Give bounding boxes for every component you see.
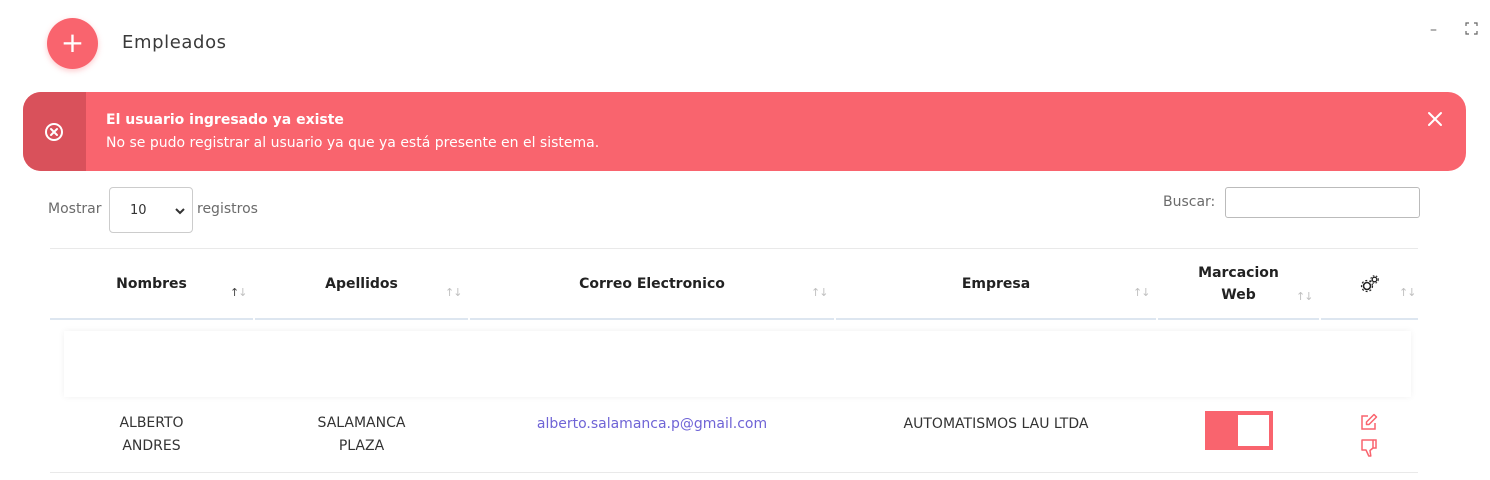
add-employee-button[interactable]: + <box>47 18 98 69</box>
sort-icon: ↑↓ <box>1296 290 1313 303</box>
x-circle-icon <box>45 123 63 141</box>
column-label: Empresa <box>961 276 1031 292</box>
maximize-button[interactable] <box>1465 22 1478 39</box>
page-length-label: Mostrar <box>48 201 102 217</box>
column-header-empresa[interactable]: Empresa ↑↓ <box>836 250 1156 320</box>
page-length-select[interactable]: 10 <box>109 187 193 233</box>
column-header-actions[interactable]: ↑↓ <box>1321 250 1418 320</box>
table-top-border <box>50 248 1418 249</box>
close-icon <box>1428 112 1442 126</box>
column-header-nombres[interactable]: Nombres ↑↓ <box>50 250 253 320</box>
cell-text: ALBERTO ANDRES <box>119 415 184 454</box>
toggle-knob <box>1238 415 1269 446</box>
column-header-correo[interactable]: Correo Electronico ↑↓ <box>470 250 834 320</box>
minimize-button[interactable]: – <box>1430 22 1437 38</box>
cell-text: AUTOMATISMOS LAU LTDA <box>903 416 1089 432</box>
column-label: Marcacion Web <box>1198 265 1279 303</box>
sort-icon: ↑↓ <box>1399 286 1416 299</box>
fullscreen-icon <box>1465 22 1478 35</box>
table-spacer-row <box>64 331 1411 397</box>
column-header-apellidos[interactable]: Apellidos ↑↓ <box>255 250 468 320</box>
thumbs-down-button[interactable] <box>1360 438 1378 461</box>
alert-icon-area <box>23 92 86 171</box>
marcacion-web-toggle[interactable] <box>1205 411 1273 450</box>
table-row-border <box>50 472 1418 473</box>
alert-message: No se pudo registrar al usuario ya que y… <box>106 135 600 151</box>
alert-title: El usuario ingresado ya existe <box>106 112 344 128</box>
edit-icon <box>1361 413 1378 430</box>
search-label: Buscar: <box>1163 194 1216 210</box>
cell-text: SALAMANCA PLAZA <box>317 415 406 454</box>
column-label: Nombres <box>116 276 187 292</box>
page-length-suffix: registros <box>197 201 258 217</box>
cell-empresa: AUTOMATISMOS LAU LTDA <box>836 398 1156 472</box>
error-alert: El usuario ingresado ya existe No se pud… <box>23 92 1466 171</box>
cell-correo[interactable]: alberto.salamanca.p@gmail.com <box>470 398 834 472</box>
sort-icon: ↑↓ <box>230 286 247 299</box>
search-input[interactable] <box>1225 187 1420 218</box>
email-link[interactable]: alberto.salamanca.p@gmail.com <box>537 413 767 436</box>
chevron-down-icon <box>175 208 185 215</box>
cell-apellidos: SALAMANCA PLAZA <box>255 398 468 472</box>
page-title: Empleados <box>122 32 227 53</box>
column-label: Apellidos <box>325 276 398 292</box>
gears-icon <box>1360 275 1379 293</box>
thumbs-down-icon <box>1361 439 1377 457</box>
edit-button[interactable] <box>1360 413 1378 435</box>
cell-nombres: ALBERTO ANDRES <box>50 398 253 472</box>
sort-icon: ↑↓ <box>445 286 462 299</box>
column-header-marcacion-web[interactable]: Marcacion Web ↑↓ <box>1158 250 1319 320</box>
sort-icon: ↑↓ <box>1133 286 1150 299</box>
page-length-value: 10 <box>130 203 147 218</box>
sort-icon: ↑↓ <box>811 286 828 299</box>
alert-close-button[interactable] <box>1426 110 1444 132</box>
column-label: Correo Electronico <box>579 276 725 292</box>
